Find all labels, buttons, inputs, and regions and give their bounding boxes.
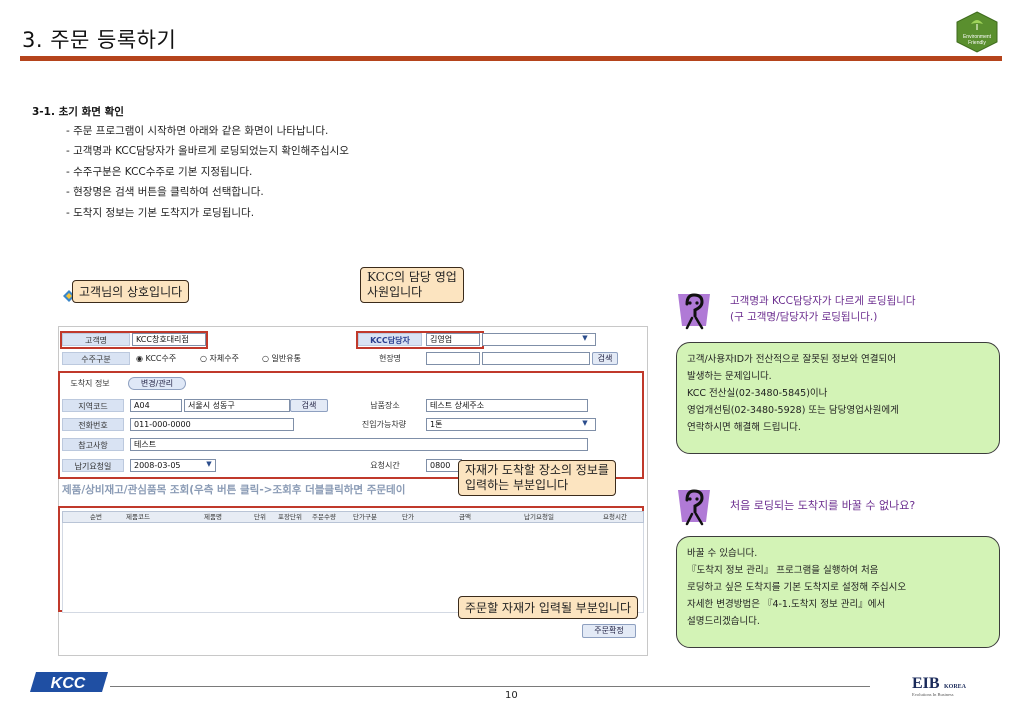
callout-destination-line2: 입력하는 부분입니다 bbox=[465, 478, 569, 492]
intro-bullet: - 주문 프로그램이 시작하면 아래와 같은 화면이 나타납니다. bbox=[66, 125, 329, 137]
faq-answer-line: 설명드리겠습니다. bbox=[687, 616, 760, 627]
callout-destination-line1: 자재가 도착할 장소의 정보를 bbox=[465, 463, 609, 477]
kcc-logo-text: KCC bbox=[51, 675, 86, 692]
region-search-button[interactable]: 검색 bbox=[290, 399, 328, 412]
intro-bullet: - 현장명은 검색 버튼을 클릭하여 선택합니다. bbox=[66, 186, 264, 198]
chevron-down-icon[interactable]: ▼ bbox=[578, 334, 592, 342]
order-type-radio-own[interactable]: ○ 자체수주 bbox=[200, 353, 239, 364]
site-search-button[interactable]: 검색 bbox=[592, 352, 618, 365]
change-manage-button[interactable]: 변경/관리 bbox=[128, 377, 186, 390]
faq-answer-line: KCC 전산실(02-3480-5845)이나 bbox=[687, 388, 828, 399]
radio-label: 일반유통 bbox=[271, 354, 301, 363]
environment-friendly-logo: Environment Friendly bbox=[954, 10, 1000, 54]
page-title: 3. 주문 등록하기 bbox=[22, 28, 177, 52]
request-time-field[interactable]: 0800 bbox=[426, 459, 462, 472]
eib-logo-tagline: Evolutions In Business bbox=[912, 692, 954, 697]
eco-logo-text-2: Friendly bbox=[968, 40, 986, 46]
due-date-label: 납기요청일 bbox=[62, 459, 124, 472]
intro-bullet: - 도착지 정보는 기본 도착지가 로딩됩니다. bbox=[66, 207, 255, 219]
question-mark-icon bbox=[676, 484, 712, 528]
question-mark-icon bbox=[676, 288, 712, 332]
grid-col-header: 단위 bbox=[254, 513, 266, 521]
faq-answer-line: 자세한 변경방법은 『4-1.도착지 정보 관리』에서 bbox=[687, 599, 886, 610]
reference-field[interactable]: 테스트 bbox=[130, 438, 588, 451]
eib-logo-text: EIB bbox=[912, 675, 940, 692]
grid-col-header: 요청시간 bbox=[603, 513, 627, 521]
grid-col-header: 포장단위 bbox=[278, 513, 302, 521]
manager-highlight bbox=[356, 331, 484, 349]
grid-col-header: 제품명 bbox=[204, 513, 222, 521]
faq-answer-line: 『도착지 정보 관리』 프로그램을 실행하여 처음 bbox=[687, 565, 879, 576]
customer-highlight bbox=[60, 331, 208, 349]
faq-answer-2: 바꿀 수 있습니다. 『도착지 정보 관리』 프로그램을 실행하여 처음 로딩하… bbox=[676, 536, 1000, 648]
phone-label: 전화번호 bbox=[62, 418, 124, 431]
chevron-down-icon[interactable]: ▼ bbox=[203, 460, 215, 468]
chevron-down-icon[interactable]: ▼ bbox=[578, 419, 592, 427]
order-type-radio-kcc[interactable]: ◉ KCC수주 bbox=[136, 353, 176, 364]
grid-header: 순번 제품코드 제품명 단위 포장단위 주문수량 단가구분 단가 금액 납기요청… bbox=[62, 511, 644, 523]
confirm-order-button[interactable]: 주문확정 bbox=[582, 624, 636, 638]
faq-answer-line: 연락하시면 해결해 드립니다. bbox=[687, 422, 801, 433]
region-name-field[interactable]: 서울시 성동구 bbox=[184, 399, 290, 412]
order-type-radio-general[interactable]: ○ 일반유통 bbox=[262, 353, 301, 364]
grid-col-header: 단가 bbox=[402, 513, 414, 521]
reference-label: 참고사항 bbox=[62, 438, 124, 451]
callout-manager-line1: KCC의 담당 영업 bbox=[367, 270, 457, 284]
phone-field[interactable]: 011-000-0000 bbox=[130, 418, 294, 431]
footer-divider bbox=[110, 686, 870, 687]
kcc-logo: KCC bbox=[30, 670, 110, 694]
grid-col-header: 제품코드 bbox=[126, 513, 150, 521]
faq-answer-line: 로딩하고 싶은 도착지를 기본 도착지로 설정해 주십시오 bbox=[687, 582, 907, 593]
faq-question-1-line1: 고객명과 KCC담당자가 다르게 로딩됩니다 bbox=[730, 295, 916, 307]
faq-question-2: 처음 로딩되는 도착지를 바꿀 수 없나요? bbox=[730, 499, 916, 512]
eib-logo-korea: KOREA bbox=[944, 684, 967, 690]
dest-info-label: 도착지 정보 bbox=[62, 377, 118, 390]
request-time-label: 요청시간 bbox=[370, 461, 400, 470]
callout-manager: KCC의 담당 영업 사원입니다 bbox=[360, 267, 464, 303]
vehicle-label: 진입가능차량 bbox=[361, 420, 407, 429]
grid-col-header: 금액 bbox=[459, 513, 471, 521]
callout-order-items: 주문할 자재가 입력될 부분입니다 bbox=[458, 596, 639, 619]
region-code-label: 지역코드 bbox=[62, 399, 124, 412]
site-label: 현장명 bbox=[378, 354, 402, 363]
callout-manager-line2: 사원입니다 bbox=[367, 285, 423, 299]
radio-label: 자체수주 bbox=[209, 354, 239, 363]
callout-customer: 고객님의 상호입니다 bbox=[72, 280, 190, 303]
faq-answer-line: 고객/사용자ID가 전산적으로 잘못된 정보와 연결되어 bbox=[687, 354, 896, 365]
region-code-field[interactable]: A04 bbox=[130, 399, 182, 412]
grid-col-header: 단가구분 bbox=[353, 513, 377, 521]
intro-bullet: - 고객명과 KCC담당자가 올바르게 로딩되었는지 확인해주십시오 bbox=[66, 145, 349, 157]
faq-answer-line: 영업개선팀(02-3480-5928) 또는 담당영업사원에게 bbox=[687, 405, 899, 416]
section-heading: 3-1. 초기 화면 확인 bbox=[32, 106, 124, 118]
callout-destination: 자재가 도착할 장소의 정보를 입력하는 부분입니다 bbox=[458, 460, 616, 496]
faq-question-1: 고객명과 KCC담당자가 다르게 로딩됩니다 (구 고객명/담당자가 로딩됩니다… bbox=[730, 293, 916, 325]
delivery-place-field[interactable]: 테스트 상세주소 bbox=[426, 399, 588, 412]
order-type-label: 수주구분 bbox=[62, 352, 130, 365]
delivery-place-label: 납품장소 bbox=[370, 401, 400, 410]
faq-question-1-line2: (구 고객명/담당자가 로딩됩니다.) bbox=[730, 311, 878, 323]
page-number: 10 bbox=[505, 690, 518, 701]
faq-answer-1: 고객/사용자ID가 전산적으로 잘못된 정보와 연결되어 발생하는 문제입니다.… bbox=[676, 342, 1000, 454]
title-divider bbox=[20, 56, 1002, 61]
grid-col-header: 주문수량 bbox=[312, 513, 336, 521]
intro-bullet: - 수주구분은 KCC수주로 기본 지정됩니다. bbox=[66, 166, 253, 178]
site-name-field[interactable] bbox=[482, 352, 590, 365]
site-code-field[interactable] bbox=[426, 352, 480, 365]
eib-logo: EIB KOREA Evolutions In Business bbox=[910, 670, 980, 700]
faq-answer-line: 발생하는 문제입니다. bbox=[687, 371, 772, 382]
faq-answer-line: 바꿀 수 있습니다. bbox=[687, 548, 758, 559]
grid-col-header: 납기요청일 bbox=[524, 513, 554, 521]
vehicle-select[interactable]: 1톤 bbox=[426, 418, 596, 431]
radio-label: KCC수주 bbox=[145, 354, 177, 363]
product-section-title: 제품/상비재고/관심품목 조회(우측 버튼 클릭->조회후 더블클릭하면 주문테… bbox=[62, 484, 406, 496]
grid-col-header: 순번 bbox=[90, 513, 102, 521]
